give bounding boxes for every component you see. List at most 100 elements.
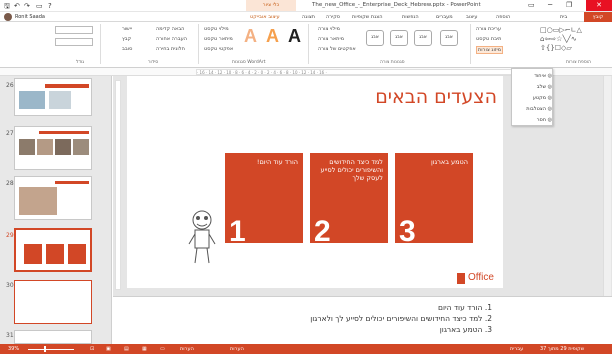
present-icon[interactable]: ▭ (36, 2, 43, 10)
tab-row: Ronit Saada עיצוב אובייקט תצוגה סקירה הצ… (0, 12, 612, 22)
wordart-style-orange[interactable]: A (244, 26, 257, 47)
slide-thumbnail-pane[interactable]: 26 27 28 29 30 Office 31 (0, 76, 112, 344)
close-icon[interactable]: ✕ (586, 0, 612, 11)
shape-style-1[interactable]: אבג (366, 30, 384, 46)
menu-label: שלב (536, 84, 547, 90)
step-box-2[interactable]: למד כיצד החידושים והשיפורים יכולים לסייע… (310, 153, 388, 248)
thumbnail-image (37, 139, 53, 155)
fit-slide-icon[interactable]: ⊡ (90, 346, 94, 352)
merge-fragment-item[interactable]: ◎ מקטע (514, 93, 552, 103)
align-button[interactable]: יישור (122, 26, 132, 32)
vertical-ruler (115, 80, 121, 290)
slide-thumbnail-30[interactable]: Office (14, 280, 92, 324)
tab-format[interactable]: עיצוב אובייקט (250, 14, 280, 20)
reading-view-icon[interactable]: ▤ (124, 346, 129, 352)
selection-pane-button[interactable]: חלונית בחירה (156, 46, 185, 52)
zoom-percent[interactable]: 39% (8, 346, 19, 352)
wordart-style-black[interactable]: A (288, 26, 301, 47)
shape-fill-button[interactable]: מילוי צורה (318, 26, 340, 32)
tab-home[interactable]: בית (560, 14, 567, 20)
size-group-label: גודל (76, 60, 85, 65)
office-logo-icon (35, 296, 43, 306)
menu-label: הצטלבות (526, 106, 547, 112)
step-box-3[interactable]: הטמע בארגון 3 (395, 153, 473, 248)
slide-thumbnail-26[interactable] (14, 78, 92, 116)
vertical-scrollbar[interactable] (603, 76, 611, 296)
minimize-icon[interactable]: ─ (548, 1, 552, 9)
shape-style-2-label: אבג (395, 35, 403, 40)
tab-insert[interactable]: הוספה (496, 14, 510, 20)
wordart-style-gradient[interactable]: A (266, 26, 279, 47)
thumbnail-shape (68, 244, 86, 264)
thumbnail-office-label: Office (46, 295, 70, 305)
merge-union-item[interactable]: ◎ איחוד (514, 71, 552, 81)
slide-sorter-icon[interactable]: ▦ (142, 346, 147, 352)
slide-thumbnail-28[interactable] (14, 176, 92, 220)
thumbnail-number: 27 (6, 130, 14, 137)
rotate-button[interactable]: סובב (122, 46, 132, 52)
comments-button[interactable]: הערות (180, 346, 194, 352)
merge-intersect-item[interactable]: ◎ הצטלבות (514, 104, 552, 114)
group-button[interactable]: קבץ (122, 36, 131, 42)
step-box-number: 1 (229, 215, 246, 248)
tab-slideshow[interactable]: הצגת שקופיות (352, 14, 383, 20)
wordart-divider (308, 24, 309, 64)
thumbnail-image (19, 187, 57, 215)
zoom-slider[interactable] (28, 348, 74, 350)
notes-button[interactable]: הערות (230, 346, 244, 352)
tab-view[interactable]: תצוגה (302, 14, 315, 20)
text-outline-button[interactable]: מיתאר טקסט (204, 36, 233, 42)
tab-transitions[interactable]: מעברים (436, 14, 453, 20)
size-divider (100, 24, 101, 64)
help-icon[interactable]: ? (48, 2, 52, 10)
office-logo-text: Office (468, 272, 494, 283)
title-bar: 🖫 ↶ ↷ ▭ ? כלי ציור The_new_Office_-_Ente… (0, 0, 612, 12)
slideshow-view-icon[interactable]: ▣ (106, 346, 111, 352)
shapes-gallery[interactable]: □○▭▷⌐∟△ ⌂⇦⇨☆╲╱∿ ⇧{}☐◇▱ (540, 26, 602, 53)
context-tab-group: כלי ציור (246, 0, 296, 11)
undo-icon[interactable]: ↶ (14, 2, 20, 10)
notes-line: 2. למד כיצד החידושים והשיפורים יכולים לס… (310, 314, 492, 323)
slide-thumbnail-29-selected[interactable] (14, 228, 92, 272)
shape-style-2[interactable]: אבג (390, 30, 408, 46)
shape-style-3[interactable]: אבג (414, 30, 432, 46)
thumbnail-shape (39, 131, 89, 134)
merge-subtract-item[interactable]: ◎ חסר (514, 115, 552, 125)
step-box-1[interactable]: הורד עוד היום! 1 (225, 153, 303, 248)
slide[interactable]: הצעדים הבאים הורד עוד היום! 1 למד כיצד ה… (127, 76, 503, 288)
tab-review[interactable]: סקירה (326, 14, 340, 20)
shape-effects-button[interactable]: אפקטים של צורה (318, 46, 356, 52)
edit-shape-button[interactable]: עריכת צורה (476, 26, 501, 32)
zoom-slider-thumb[interactable] (44, 346, 46, 352)
merge-combine-item[interactable]: ◎ שלב (514, 82, 552, 92)
insert-shapes-group-label: הוספת צורות (566, 60, 591, 65)
slide-editing-area[interactable]: הצעדים הבאים הורד עוד היום! 1 למד כיצד ה… (113, 68, 612, 296)
merge-shapes-button[interactable]: מיזוג צורות (476, 46, 504, 54)
merge-shapes-menu[interactable]: ◎ איחוד ◎ שלב ◎ מקטע ◎ הצטלבות ◎ חסר (511, 68, 553, 126)
tab-animations[interactable]: הנפשות (402, 14, 419, 20)
user-avatar[interactable] (4, 13, 12, 21)
notes-pane[interactable]: 1. הורד עוד היום 2. למד כיצד החידושים וה… (113, 296, 612, 344)
doodle-character-image[interactable] (187, 208, 217, 268)
text-box-button[interactable]: תיבת טקסט (476, 36, 501, 42)
slide-title[interactable]: הצעדים הבאים (307, 86, 497, 108)
user-name[interactable]: Ronit Saada (15, 14, 45, 20)
shape-outline-button[interactable]: מיתאר צורה (318, 36, 344, 42)
tab-design[interactable]: עיצוב (466, 14, 477, 20)
width-field[interactable] (55, 38, 93, 46)
slide-thumbnail-27[interactable] (14, 126, 92, 170)
ribbon: יישור קבץ סובב הבאה קדימה העברה אחורה חל… (0, 22, 612, 68)
tab-file[interactable]: קובץ (584, 12, 612, 22)
slide-thumbnail-31[interactable] (14, 330, 92, 344)
height-field[interactable] (55, 26, 93, 34)
text-fill-button[interactable]: מילוי טקסט (204, 26, 229, 32)
redo-icon[interactable]: ↷ (24, 2, 30, 10)
menu-label: חסר (536, 117, 547, 123)
send-backward-button[interactable]: העברה אחורה (156, 36, 187, 42)
bring-forward-button[interactable]: הבאה קדימה (156, 26, 184, 32)
text-effects-button[interactable]: אפקטי טקסט (204, 46, 233, 52)
restore-icon[interactable]: ❐ (566, 1, 572, 9)
ribbon-options-icon[interactable]: ▭ (528, 1, 535, 9)
normal-view-icon[interactable]: ▭ (160, 346, 165, 352)
shape-style-4[interactable]: אבג (440, 30, 458, 46)
